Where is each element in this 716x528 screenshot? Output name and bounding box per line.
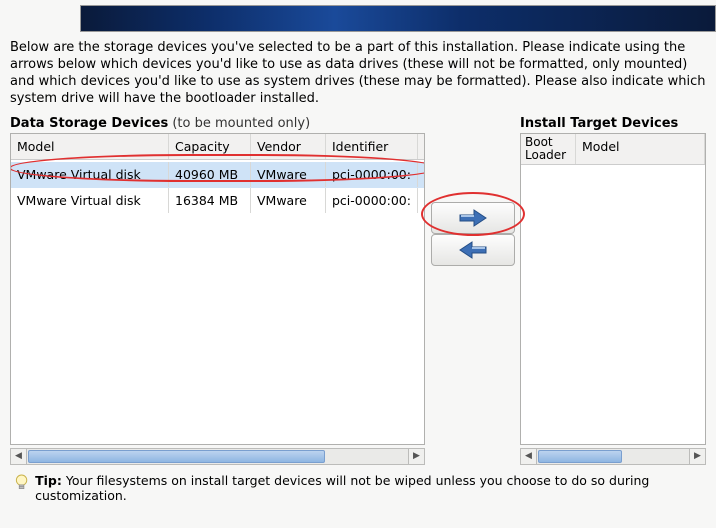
lightbulb-icon (14, 473, 29, 493)
brand-banner (80, 5, 716, 32)
tip-row: Tip: Your filesystems on install target … (0, 465, 716, 503)
data-storage-hscroll[interactable]: ◀ ▶ (10, 448, 425, 465)
table-row[interactable]: VMware Virtual disk 16384 MB VMware pci-… (11, 188, 424, 214)
arrow-left-icon (458, 240, 488, 260)
table-row[interactable]: VMware Virtual disk 40960 MB VMware pci-… (11, 162, 424, 188)
instruction-text: Below are the storage devices you've sel… (0, 32, 716, 112)
scroll-left-icon[interactable]: ◀ (11, 449, 27, 464)
cell-identifier: pci-0000:00: (326, 162, 418, 187)
cell-capacity: 40960 MB (169, 162, 251, 187)
cell-vendor: VMware (251, 188, 326, 213)
install-target-list[interactable]: BootLoader Model (520, 133, 706, 445)
col-vendor[interactable]: Vendor (251, 134, 326, 159)
data-storage-header: Model Capacity Vendor Identifier (11, 134, 424, 160)
data-storage-title: Data Storage Devices (to be mounted only… (10, 112, 425, 133)
col-model[interactable]: Model (576, 134, 705, 164)
col-identifier[interactable]: Identifier (326, 134, 418, 159)
cell-capacity: 16384 MB (169, 188, 251, 213)
cell-model: VMware Virtual disk (11, 188, 169, 213)
col-model[interactable]: Model (11, 134, 169, 159)
scroll-left-icon[interactable]: ◀ (521, 449, 537, 464)
data-storage-list[interactable]: Model Capacity Vendor Identifier VMware … (10, 133, 425, 445)
move-right-button[interactable] (431, 202, 515, 234)
cell-model: VMware Virtual disk (11, 162, 169, 187)
col-bootloader[interactable]: BootLoader (521, 134, 576, 164)
move-left-button[interactable] (431, 234, 515, 266)
arrow-right-icon (458, 208, 488, 228)
cell-vendor: VMware (251, 162, 326, 187)
cell-identifier: pci-0000:00: (326, 188, 418, 213)
scroll-right-icon[interactable]: ▶ (689, 449, 705, 464)
install-target-hscroll[interactable]: ◀ ▶ (520, 448, 706, 465)
tip-text: Tip: Your filesystems on install target … (35, 473, 706, 503)
header-banner-area (0, 0, 716, 32)
scroll-right-icon[interactable]: ▶ (408, 449, 424, 464)
install-target-header: BootLoader Model (521, 134, 705, 165)
col-capacity[interactable]: Capacity (169, 134, 251, 159)
install-target-title: Install Target Devices (520, 112, 706, 133)
